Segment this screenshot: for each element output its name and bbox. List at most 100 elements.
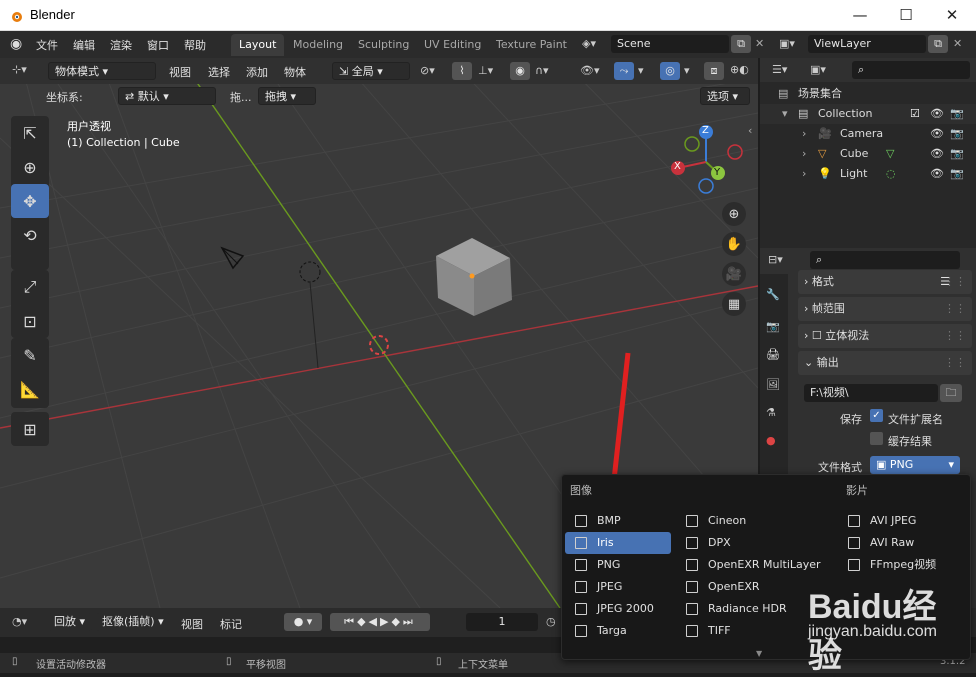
format-radiance-hdr[interactable]: Radiance HDR (676, 598, 826, 620)
timeline-editor-icon[interactable]: ◔▾ (12, 615, 27, 628)
pivot-icon[interactable]: ⊘▾ (420, 64, 435, 77)
expand-camera-icon[interactable]: › (802, 124, 806, 144)
camera-eye-icon[interactable]: 👁 (930, 124, 944, 144)
scene-tab-icon[interactable]: ⚗ (766, 406, 776, 419)
scene-name-field[interactable]: Scene (611, 35, 729, 53)
file-extension-checkbox[interactable]: ✓ (870, 409, 883, 422)
blender-menu-icon[interactable]: ◉ (10, 36, 22, 52)
new-viewlayer-icon[interactable]: ⧉ (928, 35, 948, 53)
viewlayer-name-field[interactable]: ViewLayer (808, 35, 926, 53)
mode-selector[interactable]: 物体模式 ▾ (48, 62, 156, 80)
outliner-search-input[interactable]: ⌕ (852, 61, 970, 79)
popup-scroll-down-icon[interactable]: ▼ (756, 649, 762, 658)
view-menu[interactable]: 视图 (169, 64, 191, 80)
collection-eye-icon[interactable]: 👁 (930, 104, 944, 124)
editor-type-icon[interactable]: ⊹▾ (12, 63, 27, 76)
outliner-row-light[interactable]: › 💡 Light ◌ 👁 📷 (760, 164, 976, 184)
options-dropdown[interactable]: 选项 ▾ (700, 87, 750, 105)
xray-icon[interactable]: ⧈ (704, 62, 724, 80)
tab-texture-paint[interactable]: Texture Paint (488, 34, 575, 56)
panel-stereoscopy[interactable]: › ☐ 立体视法 ⋮⋮ (798, 324, 972, 348)
outliner-row-camera[interactable]: › 🎥 Camera 👁 📷 (760, 124, 976, 144)
shading-wire-icon[interactable]: ⊕◐ (730, 63, 749, 76)
add-cube-tool-icon[interactable]: ⊞ (11, 412, 49, 446)
tab-sculpting[interactable]: Sculpting (350, 34, 417, 56)
timeline-marker-menu[interactable]: 标记 (220, 616, 242, 632)
tab-uv-editing[interactable]: UV Editing (416, 34, 489, 56)
folder-icon[interactable]: 🗀 (940, 384, 962, 402)
zoom-icon[interactable]: ⊕ (722, 202, 746, 226)
collection-checkbox[interactable]: ☑ (910, 104, 920, 124)
falloff-icon[interactable]: ∩▾ (535, 64, 549, 77)
format-ffmpeg[interactable]: FFmpeg视频 (838, 554, 968, 576)
cache-result-checkbox[interactable] (870, 432, 883, 445)
timeline-view-menu[interactable]: 视图 (181, 616, 203, 632)
menu-help[interactable]: 帮助 (184, 37, 206, 53)
expand-light-icon[interactable]: › (802, 164, 806, 184)
format-jpeg-2000[interactable]: JPEG 2000 (565, 598, 671, 620)
world-tab-icon[interactable]: ● (766, 434, 776, 447)
format-cineon[interactable]: Cineon (676, 510, 826, 532)
scene-icon[interactable]: ◈▾ (582, 37, 596, 50)
playback-menu[interactable]: 回放 ▾ (48, 613, 92, 631)
menu-render[interactable]: 渲染 (110, 37, 132, 53)
select-tool-icon[interactable]: ⇱ (11, 116, 49, 150)
overlay-dropdown-icon[interactable]: ▾ (684, 64, 690, 77)
gizmo-dropdown-icon[interactable]: ▾ (638, 64, 644, 77)
select-menu[interactable]: 选择 (208, 64, 230, 80)
format-avi-raw[interactable]: AVI Raw (838, 532, 968, 554)
snap-icon[interactable]: ⌇ (452, 62, 472, 80)
output-tab-icon[interactable]: 🖨 (766, 348, 780, 361)
collection-camera-icon[interactable]: 📷 (950, 104, 964, 124)
menu-file[interactable]: 文件 (36, 37, 58, 53)
format-openexr[interactable]: OpenEXR (676, 576, 826, 598)
tool-tab-icon[interactable]: 🔧 (766, 288, 780, 301)
outliner-row-cube[interactable]: › ▽ Cube ▽ 👁 📷 (760, 144, 976, 164)
outliner-row-collection[interactable]: ▾ ▤ Collection ☑ 👁 📷 (760, 104, 976, 124)
panel-output[interactable]: ⌄ 输出 ⋮⋮ (798, 351, 972, 375)
menu-window[interactable]: 窗口 (147, 37, 169, 53)
visibility-icon[interactable]: 👁▾ (580, 64, 600, 77)
move-tool-icon[interactable]: ✥ (11, 184, 49, 218)
current-frame-field[interactable]: 1 (466, 613, 538, 631)
gizmo-toggle-icon[interactable]: ⤳ (614, 62, 634, 80)
panel-frame-range[interactable]: › 帧范围 ⋮⋮ (798, 297, 972, 321)
outliner-editor-icon[interactable]: ☰▾ (772, 63, 787, 76)
format-avi-jpeg[interactable]: AVI JPEG (838, 510, 968, 532)
coord-select[interactable]: ⇄ 默认 ▾ (118, 87, 216, 105)
pan-hand-icon[interactable]: ✋ (722, 232, 746, 256)
format-dpx[interactable]: DPX (676, 532, 826, 554)
proportional-edit-icon[interactable]: ◉ (510, 62, 530, 80)
add-menu[interactable]: 添加 (246, 64, 268, 80)
menu-edit[interactable]: 编辑 (73, 37, 95, 53)
tab-layout[interactable]: Layout (231, 34, 285, 56)
transform-tool-icon[interactable]: ⊡ (11, 304, 49, 338)
format-bmp[interactable]: BMP (565, 510, 671, 532)
cube-render-icon[interactable]: 📷 (950, 144, 964, 164)
object-menu[interactable]: 物体 (284, 64, 306, 80)
cursor-tool-icon[interactable]: ⊕ (11, 150, 49, 184)
properties-editor-icon[interactable]: ⊟▾ (768, 253, 783, 266)
minimize-icon[interactable]: — (840, 4, 880, 26)
camera-render-icon[interactable]: 📷 (950, 124, 964, 144)
ortho-grid-icon[interactable]: ▦ (722, 292, 746, 316)
cube-eye-icon[interactable]: 👁 (930, 144, 944, 164)
format-openexr-multilayer[interactable]: OpenEXR MultiLayer (676, 554, 826, 576)
panel-format[interactable]: › 格式 ☰ ⋮⋮ (798, 270, 972, 294)
display-mode-icon[interactable]: ▣▾ (810, 63, 826, 76)
viewlayer-icon[interactable]: ▣▾ (779, 37, 795, 50)
autokey-toggle[interactable]: ● ▾ (284, 613, 322, 631)
properties-search-input[interactable]: ⌕ (810, 251, 960, 269)
drag-select[interactable]: 拖拽 ▾ (258, 87, 316, 105)
format-png[interactable]: PNG (565, 554, 671, 576)
measure-tool-icon[interactable]: 📐 (11, 372, 49, 406)
expand-collection-icon[interactable]: ▾ (782, 104, 788, 124)
snap-target-icon[interactable]: ⊥▾ (478, 64, 493, 77)
view-layer-tab-icon[interactable]: 🖼 (766, 378, 780, 391)
delete-viewlayer-icon[interactable]: ✕ (953, 37, 962, 50)
clock-icon[interactable]: ◷ (546, 615, 556, 628)
overlay-toggle-icon[interactable]: ◎ (660, 62, 680, 80)
file-format-select[interactable]: ▣ PNG ▾ (870, 456, 960, 474)
format-iris[interactable]: Iris (565, 532, 671, 554)
expand-cube-icon[interactable]: › (802, 144, 806, 164)
